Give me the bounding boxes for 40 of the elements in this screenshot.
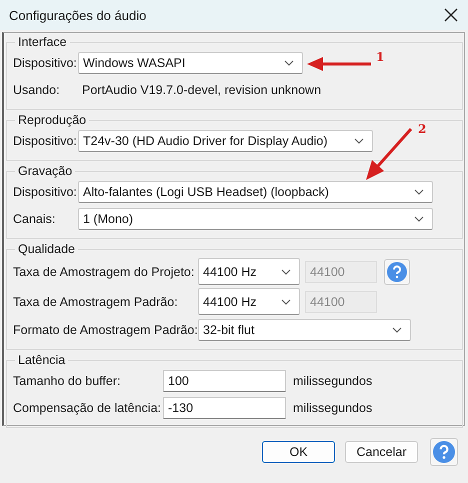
group-title: Gravação	[17, 164, 74, 178]
annotation-number: 2	[418, 122, 426, 136]
chevron-icon	[354, 138, 364, 144]
unit-label: milissegundos	[293, 374, 372, 388]
dropdown[interactable]: T24v-30 (HD Audio Driver for Display Audio)	[78, 130, 373, 152]
group-title: Latência	[17, 353, 66, 367]
dropdown[interactable]: 44100 Hz	[198, 288, 300, 315]
dialog-button[interactable]: Cancelar	[345, 441, 418, 463]
dropdown[interactable]: Windows WASAPI	[78, 52, 303, 74]
dialog-button[interactable]: OK	[262, 441, 335, 463]
annotation-number: 1	[376, 50, 384, 64]
annotation-arrow	[307, 57, 371, 71]
window-title: Configurações do áudio	[9, 8, 146, 22]
field-label: Taxa de Amostragem Padrão:	[13, 294, 179, 308]
dropdown[interactable]: 1 (Mono)	[78, 208, 433, 230]
field-label: Compensação de latência:	[13, 401, 158, 415]
chevron-icon	[414, 216, 424, 222]
field-label: Taxa de Amostragem do Projeto:	[13, 264, 193, 278]
field-label: Usando:	[13, 83, 61, 97]
chevron-icon	[281, 268, 291, 274]
group-title: Qualidade	[17, 242, 76, 256]
help-button[interactable]	[384, 258, 410, 284]
unit-label: milissegundos	[293, 401, 372, 415]
input-field[interactable]: -130	[163, 397, 286, 419]
dropdown[interactable]: 44100 Hz	[198, 258, 300, 285]
field-label: Tamanho do buffer:	[13, 374, 122, 388]
dropdown[interactable]: Alto-falantes (Logi USB Headset) (loopback)	[78, 181, 433, 203]
close-icon[interactable]	[444, 8, 458, 22]
info-text: PortAudio V19.7.0-devel, revision unknown	[81, 83, 322, 97]
group-title: Reprodução	[17, 113, 88, 127]
input-field[interactable]: 100	[163, 370, 286, 392]
annotation-arrow	[366, 128, 412, 180]
group-title: Interface	[17, 35, 68, 49]
chevron-icon	[414, 189, 424, 195]
chevron-icon	[392, 327, 402, 333]
dropdown[interactable]: 32-bit flut	[198, 319, 411, 341]
field-label: Canais:	[13, 212, 56, 226]
help-button[interactable]	[430, 438, 458, 466]
chevron-icon	[281, 298, 291, 304]
chevron-icon	[284, 60, 294, 66]
